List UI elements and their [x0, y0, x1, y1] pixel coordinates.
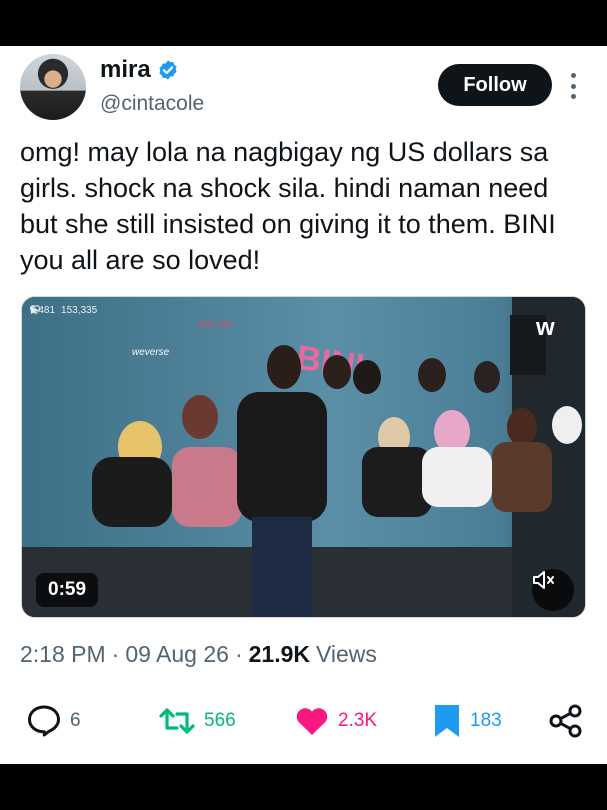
like-button[interactable]: 2.3K	[294, 702, 377, 740]
tweet-date[interactable]: 09 Aug 26	[125, 641, 229, 668]
verified-badge-icon	[159, 60, 177, 80]
bookmark-icon	[435, 705, 459, 737]
like-count: 2.3K	[338, 710, 378, 731]
reply-count: 6	[70, 710, 81, 731]
repost-button[interactable]: 566	[158, 702, 236, 740]
bookmark-count: 183	[470, 710, 502, 731]
repost-count: 566	[204, 710, 236, 731]
views-count: 21.9K	[248, 641, 310, 667]
like-icon	[296, 708, 328, 735]
views-label: Views	[315, 641, 377, 667]
corner-logo: w	[535, 314, 555, 341]
tweet-card: mira @cintacole Follow omg! may lola na …	[0, 46, 607, 764]
share-icon	[549, 704, 582, 738]
action-bar: 6 566 2.3K 183	[0, 702, 607, 740]
author-handle[interactable]: @cintacole	[100, 92, 204, 116]
author-name[interactable]: mira	[100, 56, 151, 84]
video-player[interactable]: ABS-CBN weverse BINI w	[21, 296, 586, 618]
follow-button[interactable]: Follow	[438, 64, 552, 106]
meta-separator: ·	[111, 641, 120, 667]
video-frame: ABS-CBN weverse BINI w	[22, 297, 585, 617]
tweet-time[interactable]: 2:18 PM	[20, 641, 106, 668]
reply-button[interactable]: 6	[26, 702, 81, 740]
mute-icon	[533, 571, 554, 589]
tweet-text: omg! may lola na nagbigay ng US dollars …	[20, 137, 556, 275]
meta-separator: ·	[234, 641, 243, 667]
avatar[interactable]	[20, 54, 86, 120]
share-button[interactable]	[549, 702, 583, 740]
navigation-bar	[0, 764, 607, 810]
heart-icon	[30, 305, 40, 314]
more-icon[interactable]	[566, 73, 580, 99]
mute-button[interactable]	[532, 569, 574, 611]
author-name-row: mira	[100, 56, 179, 84]
video-duration: 0:59	[36, 573, 99, 607]
repost-icon	[159, 708, 195, 734]
video-stats-overlay: 5,481 153,335	[30, 305, 97, 316]
tweet-meta: 2:18 PM · 09 Aug 26 · 21.9K Views	[20, 641, 377, 668]
status-bar	[0, 0, 607, 46]
video-likes: 153,335	[61, 305, 98, 316]
backdrop-logo-weverse: weverse	[132, 347, 170, 358]
bookmark-button[interactable]: 183	[432, 702, 502, 740]
reply-icon	[28, 705, 60, 737]
backdrop-logo-abs: ABS-CBN	[197, 320, 233, 329]
